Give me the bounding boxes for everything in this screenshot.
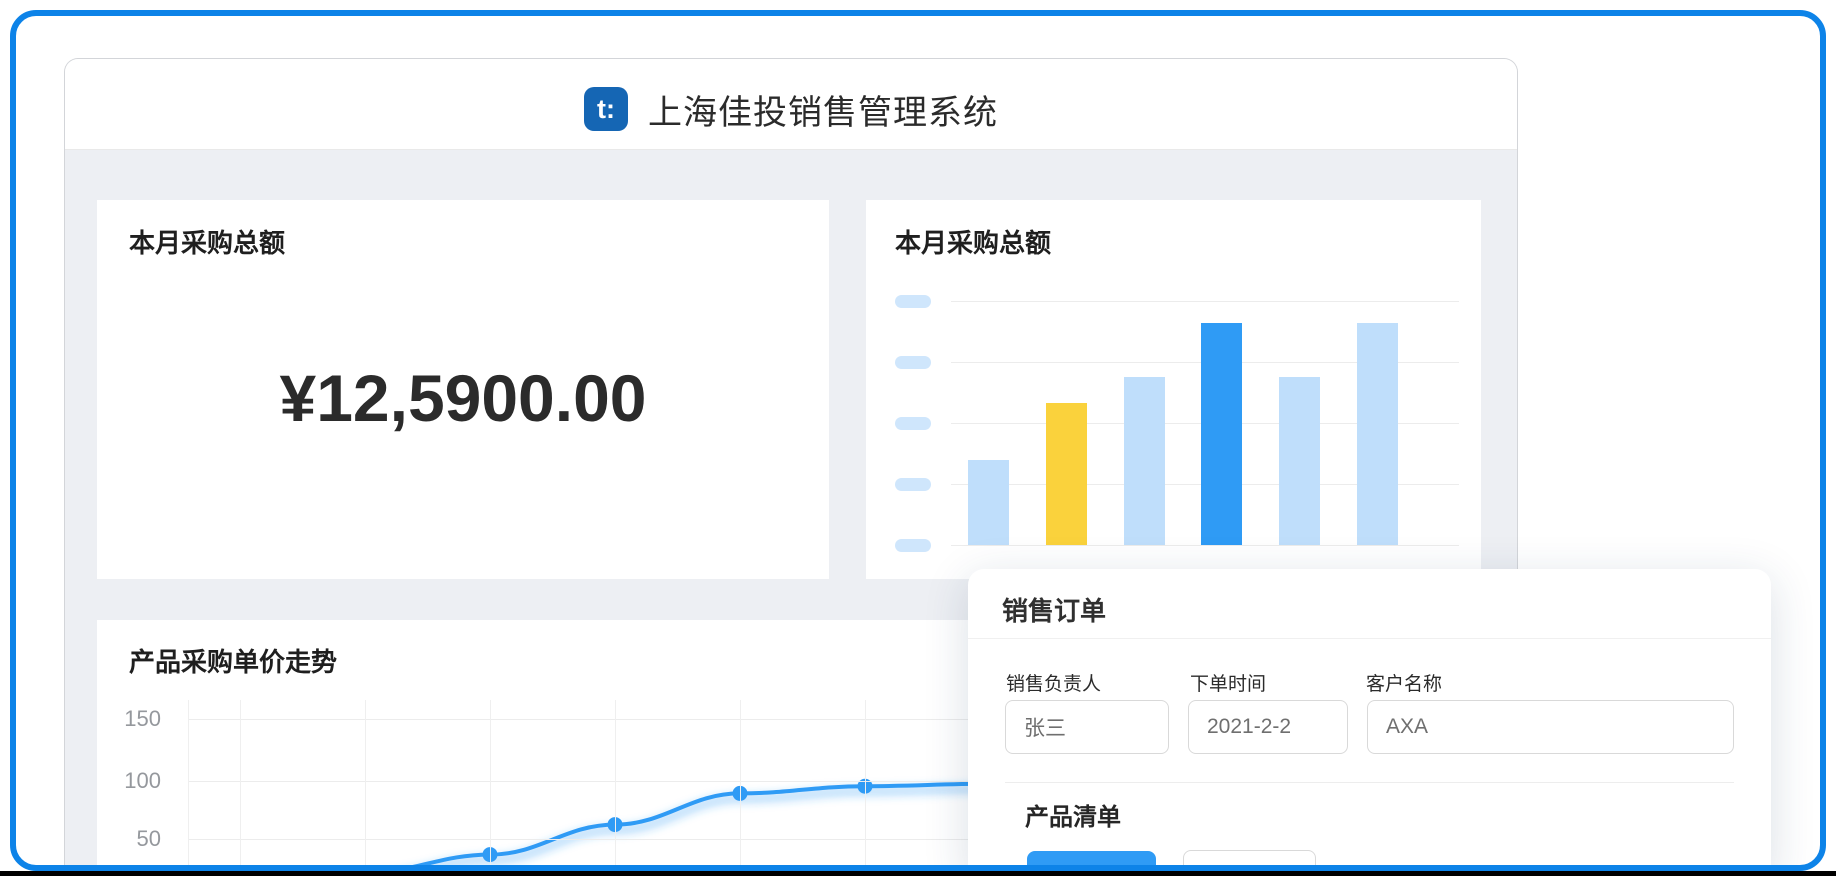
line-chart-gridline-v bbox=[240, 700, 241, 876]
panel-header-divider bbox=[968, 638, 1771, 639]
line-chart-gridline-v bbox=[490, 700, 491, 876]
order-time-label: 下单时间 bbox=[1190, 669, 1266, 696]
panel-section-divider bbox=[1005, 782, 1734, 783]
kpi-amount: ¥12,5900.00 bbox=[97, 200, 829, 579]
bar-series-bar bbox=[1279, 377, 1320, 545]
y-axis-placeholder-pill bbox=[895, 478, 931, 491]
y-axis-placeholder-pill bbox=[895, 417, 931, 430]
sales-order-panel-title: 销售订单 bbox=[1002, 591, 1106, 628]
bar-series-bar bbox=[1201, 323, 1242, 545]
y-axis-placeholder-pill bbox=[895, 539, 931, 552]
y-axis-placeholder-pill bbox=[895, 295, 931, 308]
app-logo-icon: t: bbox=[584, 87, 628, 131]
line-series-glow bbox=[365, 789, 990, 876]
app-title: 上海佳投销售管理系统 bbox=[648, 85, 998, 134]
line-chart-gridline-v bbox=[865, 700, 866, 876]
customer-name-input[interactable]: AXA bbox=[1367, 700, 1734, 754]
app-header: t: 上海佳投销售管理系统 bbox=[65, 59, 1517, 150]
bar-chart bbox=[866, 200, 1481, 579]
bar-series-bar bbox=[1124, 377, 1165, 545]
sales-person-label: 销售负责人 bbox=[1006, 669, 1101, 696]
bar-chart-gridline bbox=[951, 545, 1459, 546]
line-chart-gridline-v bbox=[740, 700, 741, 876]
customer-name-label: 客户名称 bbox=[1366, 669, 1442, 696]
order-time-input[interactable]: 2021-2-2 bbox=[1188, 700, 1348, 754]
y-axis-placeholder-pill bbox=[895, 356, 931, 369]
line-chart-gridline-v bbox=[615, 700, 616, 876]
sales-order-panel: 销售订单 销售负责人 张三 下单时间 2021-2-2 客户名称 AXA 产品清… bbox=[968, 569, 1771, 876]
line-chart-gridline-v bbox=[188, 700, 189, 876]
sales-person-input[interactable]: 张三 bbox=[1005, 700, 1169, 754]
product-list-title: 产品清单 bbox=[1025, 797, 1121, 832]
product-list-primary-button[interactable] bbox=[1027, 851, 1156, 876]
line-chart-gridline-v bbox=[365, 700, 366, 876]
bar-chart-gridline bbox=[951, 301, 1459, 302]
bar-series-bar bbox=[1357, 323, 1398, 545]
bar-series-bar bbox=[968, 460, 1009, 545]
bar-series-bar bbox=[1046, 403, 1087, 545]
bar-chart-card: 本月采购总额 bbox=[866, 200, 1481, 579]
product-list-secondary-button[interactable] bbox=[1183, 850, 1316, 876]
kpi-card: 本月采购总额 ¥12,5900.00 bbox=[97, 200, 829, 579]
screenshot-canvas: t: 上海佳投销售管理系统 本月采购总额 ¥12,5900.00 本月采购总额 … bbox=[0, 0, 1836, 876]
